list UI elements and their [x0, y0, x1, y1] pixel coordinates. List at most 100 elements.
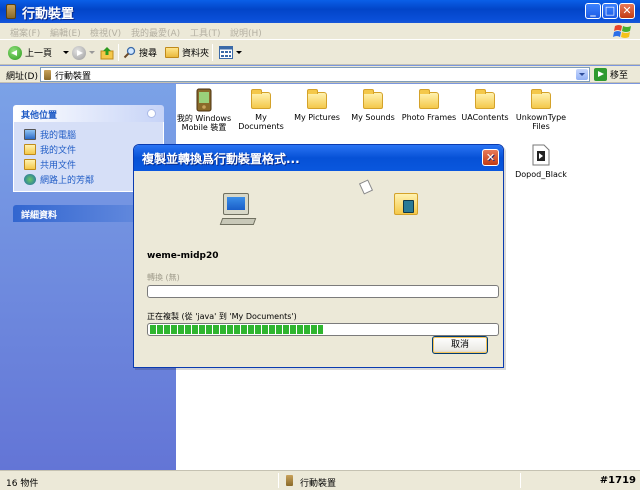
- folder-icon: [251, 89, 271, 109]
- folders-label: 資料夾: [182, 49, 210, 59]
- chevron-down-icon[interactable]: [236, 51, 242, 54]
- list-item-my-sounds[interactable]: My Sounds: [345, 88, 401, 122]
- back-label: 上一頁: [25, 49, 53, 59]
- menu-edit[interactable]: 編輯(E): [50, 26, 81, 39]
- sidebar-item-label: 我的電腦: [40, 131, 77, 141]
- copy-progress-fill: [150, 325, 323, 334]
- search-button[interactable]: 搜尋: [123, 44, 157, 61]
- up-folder-button[interactable]: [100, 44, 114, 61]
- menu-help[interactable]: 說明(H): [230, 26, 262, 39]
- address-bar: 網址(D) 行動裝置 移至: [0, 66, 640, 83]
- copy-status-label: 正在複製 (從 'java' 到 'My Documents'): [147, 312, 297, 321]
- list-item-dopod-black[interactable]: Dopod_Black: [513, 144, 569, 179]
- views-grid-icon: [219, 46, 233, 59]
- menu-tools[interactable]: 工具(T): [190, 26, 221, 39]
- dialog-close-button[interactable]: ✕: [482, 149, 499, 166]
- folder-icon: [419, 89, 439, 109]
- maximize-button[interactable]: □: [602, 3, 618, 19]
- windows-logo-icon: [613, 25, 631, 38]
- list-item-uacontents[interactable]: UAContents: [457, 88, 513, 122]
- toolbar-separator: [212, 44, 213, 61]
- pda-icon: [196, 88, 212, 112]
- search-icon: [123, 46, 136, 59]
- item-label: My Pictures: [294, 113, 340, 122]
- status-object-count: 16 物件: [6, 479, 39, 489]
- go-button[interactable]: 移至: [594, 68, 628, 81]
- item-label: UAContents: [461, 113, 509, 122]
- status-divider: [520, 473, 521, 488]
- folder-icon: [24, 144, 36, 155]
- back-arrow-icon: [8, 45, 22, 60]
- forward-button[interactable]: [72, 44, 95, 61]
- destination-device-folder-icon: [394, 193, 418, 215]
- item-label: My Sounds: [351, 113, 395, 122]
- flying-document-icon: [358, 179, 374, 195]
- watermark-tag: #1719: [599, 475, 636, 486]
- dialog-filename: weme-midp20: [147, 251, 219, 261]
- sidebar-item-label: 我的文件: [40, 146, 77, 156]
- collapse-chevron-icon[interactable]: [147, 109, 156, 118]
- address-label: 網址(D): [6, 72, 38, 82]
- chevron-down-icon[interactable]: [63, 51, 70, 54]
- list-item-my-pictures[interactable]: My Pictures: [289, 88, 345, 122]
- status-divider: [278, 473, 279, 488]
- minimize-button[interactable]: _: [585, 3, 601, 19]
- menu-view[interactable]: 檢視(V): [90, 26, 121, 39]
- address-input[interactable]: 行動裝置: [40, 67, 590, 82]
- folder-icon: [363, 89, 383, 109]
- list-item-unknown-type-files[interactable]: UnkownType Files: [513, 88, 569, 131]
- file-icon: [532, 144, 550, 166]
- copy-progress-bar: [147, 323, 499, 336]
- search-label: 搜尋: [139, 49, 158, 59]
- menu-bar: 檔案(F) 編輯(E) 檢視(V) 我的最愛(A) 工具(T) 說明(H): [0, 23, 640, 40]
- chevron-down-icon[interactable]: [89, 51, 95, 54]
- sidebar-item-label: 網路上的芳鄰: [40, 176, 95, 186]
- toolbar: 上一頁 搜尋 資料夾: [0, 40, 640, 65]
- mobile-device-icon: [6, 4, 16, 19]
- dialog-title: 複製並轉換爲行動裝置格式...: [142, 152, 300, 166]
- convert-progress-bar: [147, 285, 499, 298]
- folders-button[interactable]: 資料夾: [165, 44, 209, 61]
- shared-folder-icon: [24, 159, 36, 170]
- mobile-device-icon: [286, 475, 293, 486]
- dialog-title-bar[interactable]: 複製並轉換爲行動裝置格式... ✕: [134, 145, 503, 171]
- computer-icon: [24, 129, 36, 140]
- sidebar-item-label: 共用文件: [40, 161, 77, 171]
- list-item-photo-frames[interactable]: Photo Frames: [401, 88, 457, 122]
- source-computer-icon: [219, 193, 259, 227]
- list-item-mobile-device[interactable]: 我的 Windows Mobile 裝置: [176, 88, 232, 132]
- cancel-button[interactable]: 取消: [432, 336, 488, 354]
- item-label: Dopod_Black: [515, 170, 567, 179]
- sidebar-item-my-computer[interactable]: 我的電腦: [24, 127, 163, 142]
- menu-file[interactable]: 檔案(F): [10, 26, 40, 39]
- up-folder-icon: [100, 46, 114, 59]
- other-places-title: 其他位置: [21, 111, 58, 121]
- views-button[interactable]: [219, 44, 242, 61]
- forward-arrow-icon: [72, 45, 86, 60]
- window-title: 行動裝置: [22, 7, 75, 22]
- list-item-my-documents[interactable]: My Documents: [233, 88, 289, 131]
- menu-favorites[interactable]: 我的最愛(A): [131, 26, 180, 39]
- go-arrow-icon: [594, 68, 607, 81]
- mobile-device-icon: [44, 70, 51, 80]
- copy-convert-dialog: 複製並轉換爲行動裝置格式... ✕ weme-midp20 轉換 (無) 正在複…: [133, 144, 504, 368]
- folder-icon: [531, 89, 551, 109]
- folder-icon: [475, 89, 495, 109]
- item-label: 我的 Windows Mobile 裝置: [176, 114, 232, 132]
- item-label: UnkownType Files: [515, 113, 567, 131]
- window-title-bar[interactable]: 行動裝置 _ □ ✕: [0, 0, 640, 23]
- folder-icon: [307, 89, 327, 109]
- toolbar-separator: [118, 44, 119, 61]
- dialog-body: weme-midp20 轉換 (無) 正在複製 (從 'java' 到 'My …: [137, 171, 500, 364]
- other-places-header[interactable]: 其他位置: [13, 105, 164, 122]
- back-button[interactable]: 上一頁: [8, 44, 70, 61]
- item-label: My Documents: [238, 113, 284, 131]
- go-label: 移至: [610, 71, 629, 81]
- address-dropdown-button[interactable]: [576, 69, 588, 80]
- item-label: Photo Frames: [401, 113, 457, 122]
- convert-status-label: 轉換 (無): [147, 273, 180, 282]
- address-value: 行動裝置: [55, 72, 92, 82]
- network-icon: [24, 174, 36, 185]
- status-bar: 16 物件 行動裝置 #1719: [0, 470, 640, 490]
- close-button[interactable]: ✕: [619, 3, 635, 19]
